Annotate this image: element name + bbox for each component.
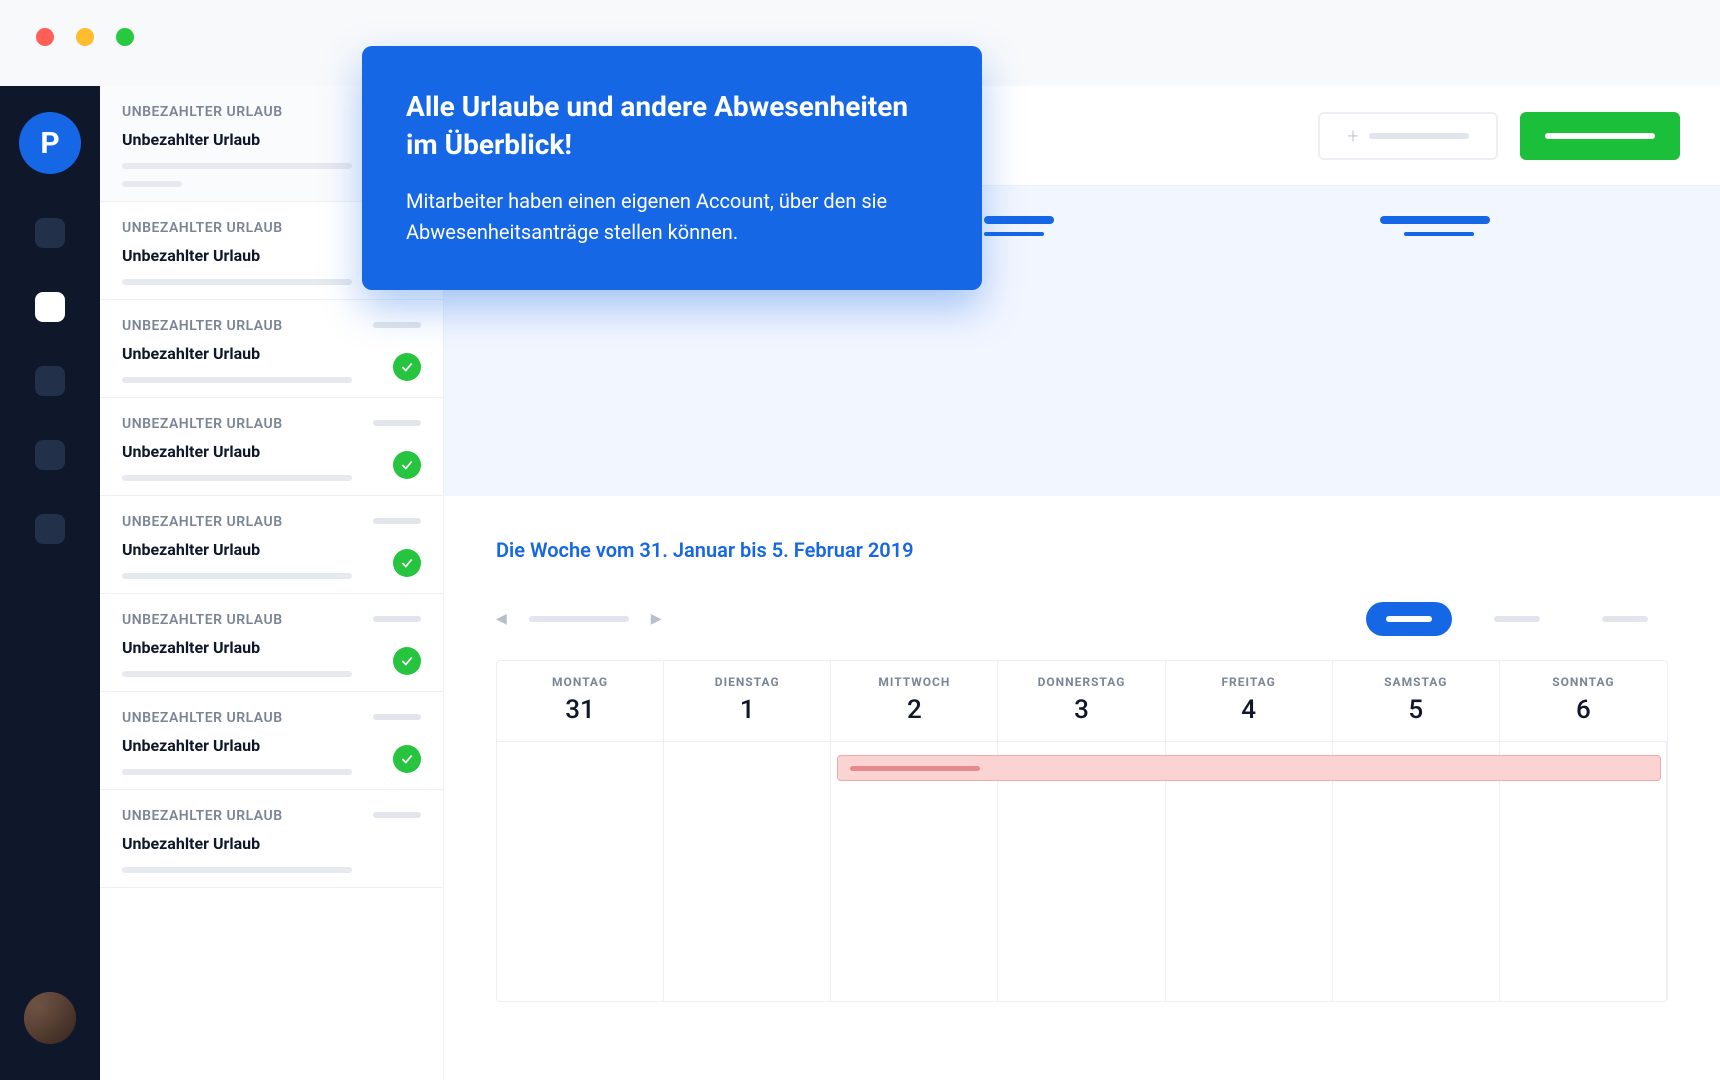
calendar: Die Woche vom 31. Januar bis 5. Februar … [444,496,1720,1002]
app-logo[interactable]: P [19,112,81,174]
skeleton-line [850,766,980,771]
skeleton-line [122,671,352,677]
view-option-1[interactable] [1366,602,1452,636]
day-number: 5 [1333,695,1499,725]
day-number: 3 [998,695,1164,725]
skeleton-line [1369,133,1469,139]
skeleton-line [1545,133,1655,139]
day-number: 2 [831,695,997,725]
day-header: MONTAG 31 [497,661,664,741]
day-header: DONNERSTAG 3 [998,661,1165,741]
day-header: SONNTAG 6 [1500,661,1667,741]
nav-item-2[interactable] [35,292,65,322]
list-item-title: Unbezahlter Urlaub [122,834,421,853]
skeleton-line [1602,616,1648,622]
view-toggle [1366,602,1668,636]
list-item-title: Unbezahlter Urlaub [122,736,421,755]
calendar-controls: ◀ ▶ [496,602,1668,636]
primary-action-button[interactable] [1520,112,1680,160]
day-header: DIENSTAG 1 [664,661,831,741]
day-number: 1 [664,695,830,725]
approved-check-icon [393,451,421,479]
day-of-week: MITTWOCH [831,675,997,689]
list-item-title: Unbezahlter Urlaub [122,638,421,657]
day-header: FREITAG 4 [1166,661,1333,741]
traffic-minimize-icon[interactable] [76,28,94,46]
day-of-week: SAMSTAG [1333,675,1499,689]
skeleton-meta [373,616,421,622]
nav-item-1[interactable] [35,218,65,248]
calendar-nav: ◀ ▶ [496,611,662,627]
list-item-title: Unbezahlter Urlaub [122,540,421,559]
skeleton-meta [373,420,421,426]
skeleton-line [122,181,182,187]
nav-rail: P [0,86,100,1080]
absence-event-bar[interactable] [837,755,1661,781]
list-item[interactable]: UNBEZAHLTER URLAUB Unbezahlter Urlaub [100,692,443,790]
skeleton-line [1494,616,1540,622]
day-number: 4 [1166,695,1332,725]
skeleton-line [122,769,352,775]
list-item[interactable]: UNBEZAHLTER URLAUB Unbezahlter Urlaub [100,594,443,692]
nav-item-5[interactable] [35,514,65,544]
next-week-icon[interactable]: ▶ [651,611,662,627]
day-header: SAMSTAG 5 [1333,661,1500,741]
skeleton-line [122,573,352,579]
skeleton-line [1386,616,1432,622]
banner-tab-1-underline [984,232,1044,236]
day-of-week: DIENSTAG [664,675,830,689]
calendar-body-row [497,741,1667,1001]
day-of-week: SONNTAG [1500,675,1667,689]
skeleton-line [122,475,352,481]
day-number: 6 [1500,695,1667,725]
day-of-week: FREITAG [1166,675,1332,689]
day-cell[interactable] [664,741,831,1001]
day-number: 31 [497,695,663,725]
approved-check-icon [393,745,421,773]
day-of-week: MONTAG [497,675,663,689]
skeleton-meta [373,322,421,328]
onboarding-callout: Alle Urlaube und andere Abwesenheiten im… [362,46,982,290]
view-option-3[interactable] [1582,602,1668,636]
skeleton-line [122,377,352,383]
list-item-title: Unbezahlter Urlaub [122,344,421,363]
traffic-close-icon[interactable] [36,28,54,46]
skeleton-meta [373,714,421,720]
list-item[interactable]: UNBEZAHLTER URLAUB Unbezahlter Urlaub [100,398,443,496]
callout-heading: Alle Urlaube und andere Abwesenheiten im… [406,88,938,164]
window-traffic-lights [36,28,134,46]
approved-check-icon [393,353,421,381]
list-item[interactable]: UNBEZAHLTER URLAUB Unbezahlter Urlaub [100,496,443,594]
banner-tab-2-underline [1404,232,1474,236]
banner-tab-1[interactable] [984,216,1054,224]
list-item[interactable]: UNBEZAHLTER URLAUB Unbezahlter Urlaub [100,300,443,398]
view-option-2[interactable] [1474,602,1560,636]
skeleton-meta [373,518,421,524]
skeleton-line [122,163,352,169]
nav-item-3[interactable] [35,366,65,396]
nav-item-4[interactable] [35,440,65,470]
approved-check-icon [393,647,421,675]
skeleton-line [122,279,352,285]
day-of-week: DONNERSTAG [998,675,1164,689]
plus-icon: + [1347,126,1358,146]
calendar-title: Die Woche vom 31. Januar bis 5. Februar … [496,538,1668,562]
list-item[interactable]: UNBEZAHLTER URLAUB Unbezahlter Urlaub [100,790,443,888]
add-button[interactable]: + [1318,112,1498,160]
avatar[interactable] [24,992,76,1044]
approved-check-icon [393,549,421,577]
calendar-header-row: MONTAG 31 DIENSTAG 1 MITTWOCH 2 DONNERST… [497,661,1667,741]
skeleton-line [529,616,629,622]
prev-week-icon[interactable]: ◀ [496,611,507,627]
banner-tab-2[interactable] [1380,216,1490,224]
day-header: MITTWOCH 2 [831,661,998,741]
calendar-grid: MONTAG 31 DIENSTAG 1 MITTWOCH 2 DONNERST… [496,660,1668,1002]
day-cell[interactable] [497,741,664,1001]
list-item-title: Unbezahlter Urlaub [122,442,421,461]
callout-body: Mitarbeiter haben einen eigenen Account,… [406,186,938,248]
traffic-zoom-icon[interactable] [116,28,134,46]
app-logo-letter: P [40,126,59,161]
skeleton-line [122,867,352,873]
skeleton-meta [373,812,421,818]
